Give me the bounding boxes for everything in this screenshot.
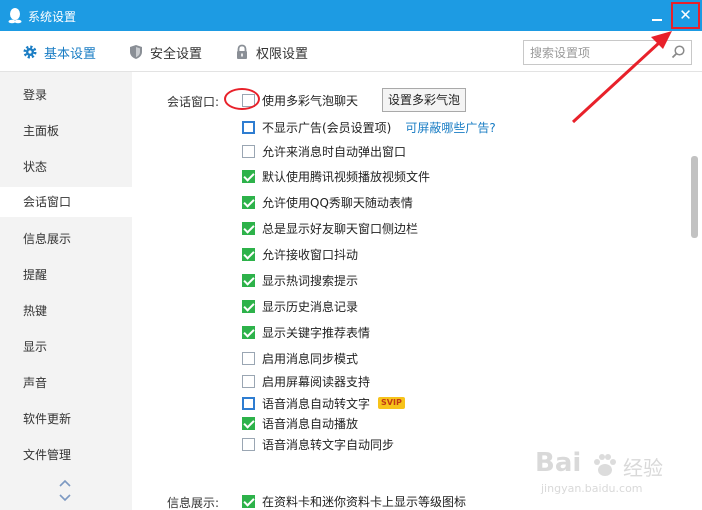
settings-sidebar: 登录 主面板 状态 会话窗口 信息展示 提醒 热键 显示 声音 软件更新 文件管… — [0, 72, 132, 510]
checkbox[interactable] — [242, 299, 255, 313]
option-level-icon[interactable]: 在资料卡和迷你资料卡上显示等级图标 — [242, 492, 466, 510]
option-sync-mode[interactable]: 启用消息同步模式 — [242, 349, 358, 367]
checkbox[interactable] — [242, 437, 255, 451]
top-tabs: 基本设置 安全设置 权限设置 — [0, 31, 702, 72]
title-bar: 系统设置 ✕ — [0, 0, 702, 31]
minimize-button[interactable] — [650, 6, 664, 24]
qq-penguin-icon — [8, 8, 22, 24]
option-colorful-bubble[interactable]: 使用多彩气泡聊天 设置多彩气泡 — [242, 88, 467, 112]
ad-info-link[interactable]: 可屏蔽哪些广告? — [405, 119, 495, 136]
option-qq-show-emotes[interactable]: 允许使用QQ秀聊天随动表情 — [242, 193, 413, 211]
checkbox[interactable] — [242, 221, 255, 235]
option-label: 总是显示好友聊天窗口侧边栏 — [262, 221, 419, 236]
option-history[interactable]: 显示历史消息记录 — [242, 297, 358, 315]
checkbox[interactable] — [242, 396, 255, 410]
watermark-brand-cn: 经验 — [623, 456, 663, 480]
baidu-watermark: Bai 经验 jingyan.baidu.com — [535, 448, 695, 498]
option-keyword-emotes[interactable]: 显示关键字推荐表情 — [242, 323, 370, 341]
tab-label: 安全设置 — [150, 46, 203, 62]
option-label: 启用屏幕阅读器支持 — [262, 374, 371, 389]
option-label: 显示关键字推荐表情 — [262, 325, 371, 340]
checkbox[interactable] — [242, 247, 255, 261]
option-tencent-video[interactable]: 默认使用腾讯视频播放视频文件 — [242, 167, 430, 185]
sidebar-item-status[interactable]: 状态 — [0, 152, 132, 182]
option-label: 默认使用腾讯视频播放视频文件 — [262, 169, 431, 184]
checkbox[interactable] — [242, 273, 255, 287]
sidebar-item-software-update[interactable]: 软件更新 — [0, 404, 132, 434]
checkbox[interactable] — [242, 351, 255, 365]
option-label: 使用多彩气泡聊天 — [262, 93, 359, 108]
option-voice-to-text[interactable]: 语音消息自动转文字 SVIP — [242, 394, 405, 412]
tab-label: 基本设置 — [44, 46, 97, 62]
watermark-url: jingyan.baidu.com — [541, 482, 643, 495]
option-label: 显示热词搜索提示 — [262, 273, 359, 288]
sidebar-item-sound[interactable]: 声音 — [0, 368, 132, 398]
lock-icon — [237, 44, 247, 59]
option-label: 允许来消息时自动弹出窗口 — [262, 144, 407, 159]
checkbox[interactable] — [242, 195, 255, 209]
option-voice-text-sync[interactable]: 语音消息转文字自动同步 — [242, 435, 394, 453]
checkbox[interactable] — [242, 169, 255, 183]
option-label: 不显示广告(会员设置项) — [262, 120, 392, 135]
option-voice-autoplay[interactable]: 语音消息自动播放 — [242, 414, 358, 432]
settings-content: 会话窗口: 使用多彩气泡聊天 设置多彩气泡 不显示广告(会员设置项) 可屏蔽哪些… — [132, 72, 702, 510]
close-button[interactable]: ✕ — [671, 2, 700, 29]
sidebar-item-display[interactable]: 显示 — [0, 332, 132, 362]
option-window-shake[interactable]: 允许接收窗口抖动 — [242, 245, 358, 263]
option-screen-reader[interactable]: 启用屏幕阅读器支持 — [242, 372, 370, 390]
tab-basic-settings[interactable]: 基本设置 — [22, 42, 96, 62]
tab-security-settings[interactable]: 安全设置 — [128, 42, 202, 62]
checkbox[interactable] — [242, 325, 255, 339]
sidebar-item-chat-window[interactable]: 会话窗口 — [0, 187, 132, 217]
search-icon[interactable] — [670, 44, 686, 60]
chevron-down-icon[interactable] — [58, 493, 72, 503]
scrollbar-thumb[interactable] — [691, 156, 698, 238]
checkbox[interactable] — [242, 374, 255, 388]
search-input[interactable] — [524, 41, 664, 64]
option-label: 允许使用QQ秀聊天随动表情 — [262, 195, 413, 210]
window-title: 系统设置 — [28, 10, 77, 24]
option-auto-popup[interactable]: 允许来消息时自动弹出窗口 — [242, 142, 406, 160]
annotation-circle — [224, 88, 260, 110]
search-box[interactable] — [523, 40, 692, 65]
shield-icon — [130, 45, 142, 59]
option-label: 语音消息转文字自动同步 — [262, 437, 395, 452]
gear-icon — [23, 45, 37, 59]
checkbox[interactable] — [242, 494, 255, 508]
option-label: 启用消息同步模式 — [262, 351, 359, 366]
sidebar-item-file-management[interactable]: 文件管理 — [0, 440, 132, 470]
checkbox[interactable] — [242, 416, 255, 430]
svip-badge: SVIP — [378, 397, 405, 409]
tab-label: 权限设置 — [256, 46, 309, 62]
option-label: 在资料卡和迷你资料卡上显示等级图标 — [262, 494, 467, 509]
sidebar-item-reminder[interactable]: 提醒 — [0, 260, 132, 290]
section-label-chat-window: 会话窗口: — [167, 95, 220, 109]
option-sidebar[interactable]: 总是显示好友聊天窗口侧边栏 — [242, 219, 418, 237]
option-label: 语音消息自动转文字 — [262, 396, 371, 411]
sidebar-item-info-display[interactable]: 信息展示 — [0, 224, 132, 254]
checkbox[interactable] — [242, 120, 255, 134]
option-label: 显示历史消息记录 — [262, 299, 359, 314]
checkbox[interactable] — [242, 144, 255, 158]
option-label: 语音消息自动播放 — [262, 416, 359, 431]
option-hide-ads[interactable]: 不显示广告(会员设置项) 可屏蔽哪些广告? — [242, 118, 496, 136]
paw-icon — [594, 454, 616, 476]
sidebar-item-hotkey[interactable]: 热键 — [0, 296, 132, 326]
option-hot-search[interactable]: 显示热词搜索提示 — [242, 271, 358, 289]
tab-permission-settings[interactable]: 权限设置 — [234, 42, 308, 62]
section-label-info-display: 信息展示: — [167, 496, 220, 510]
watermark-brand: Bai — [535, 448, 582, 478]
option-label: 允许接收窗口抖动 — [262, 247, 359, 262]
sidebar-item-login[interactable]: 登录 — [0, 80, 132, 110]
setup-bubble-button[interactable]: 设置多彩气泡 — [382, 88, 467, 112]
sidebar-item-main-panel[interactable]: 主面板 — [0, 116, 132, 146]
chevron-up-icon[interactable] — [58, 478, 72, 488]
